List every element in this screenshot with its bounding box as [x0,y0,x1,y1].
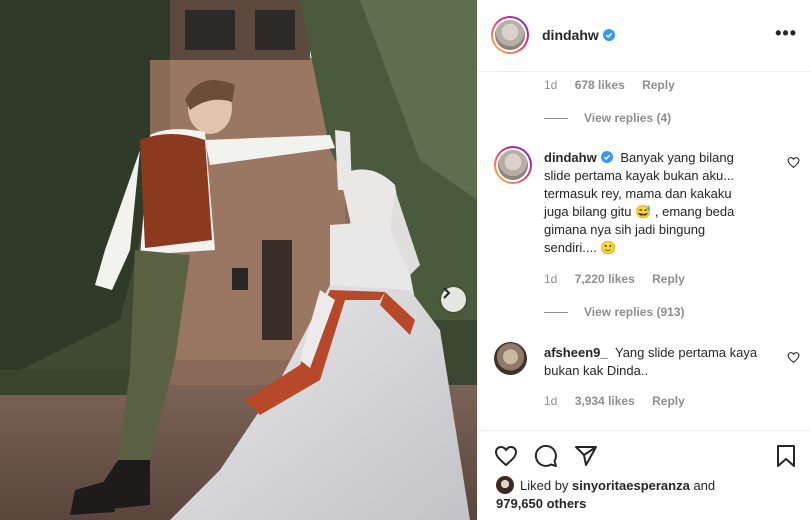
comment-likes-count[interactable]: 7,220 likes [575,272,635,286]
comment-text-block: afsheen9_ Yang slide pertama kaya bukan … [544,344,759,380]
verified-badge-icon [600,151,613,163]
more-options-icon[interactable]: ••• [775,24,797,42]
reply-button[interactable]: Reply [642,78,675,92]
comment-text-block: dindahw Banyak yang bilang slide pertama… [544,149,759,257]
comment-avatar[interactable] [494,146,532,184]
liked-by-username[interactable]: sinyoritaesperanza [572,478,690,493]
comment-username-text[interactable]: dindahw [544,150,597,165]
view-replies-button[interactable]: View replies (4) [544,111,671,125]
post-photo[interactable] [0,0,477,520]
comment-bubble-icon[interactable] [534,444,558,468]
comment-avatar[interactable] [494,342,527,375]
comment-body: Banyak yang bilang slide pertama kayak b… [544,150,735,255]
like-comment-heart-icon[interactable] [787,156,800,169]
view-replies-label[interactable]: View replies (4) [584,111,671,125]
verified-badge-icon [602,29,615,41]
liked-by-prefix: Liked by [520,478,569,493]
next-slide-button[interactable] [441,287,466,312]
post-header: dindahw ••• [478,0,811,72]
replies-divider-line [544,311,568,313]
post-side-panel: dindahw ••• 1d 678 likes Reply View repl… [477,0,811,520]
comment-reply-button[interactable]: Reply [652,272,685,286]
comment-username[interactable]: dindahw [544,150,613,165]
author-avatar[interactable] [491,16,529,54]
share-send-icon[interactable] [574,444,598,468]
reply-timestamp[interactable]: 1d [544,78,557,92]
comment-meta-row: 1d 3,934 likes Reply [544,394,699,408]
post-actions-bar: Liked by sinyoritaesperanza and 979,650 … [478,430,811,520]
author-username-text[interactable]: dindahw [542,27,599,43]
comment-meta-row: 1d 7,220 likes Reply [544,272,699,286]
chevron-right-icon [443,287,451,299]
comment-likes-count[interactable]: 3,934 likes [575,394,635,408]
like-comment-heart-icon[interactable] [787,351,800,364]
liked-by-summary: Liked by sinyoritaesperanza and 979,650 … [496,476,715,513]
view-replies-label[interactable]: View replies (913) [584,305,685,319]
reply-likes-count[interactable]: 678 likes [575,78,625,92]
save-bookmark-icon[interactable] [774,444,798,468]
comment-item: afsheen9_ Yang slide pertama kaya bukan … [494,342,800,402]
view-replies-button[interactable]: View replies (913) [544,305,685,319]
author-username[interactable]: dindahw [542,27,615,43]
photo-illustration [0,0,477,520]
comment-timestamp[interactable]: 1d [544,394,557,408]
comment-reply-button[interactable]: Reply [652,394,685,408]
likes-count-link[interactable]: 979,650 others [496,496,586,511]
comment-timestamp[interactable]: 1d [544,272,557,286]
liked-by-and: and [693,478,716,493]
liked-by-avatar[interactable] [496,476,514,494]
reply-meta-row: 1d 678 likes Reply [544,78,689,92]
like-heart-icon[interactable] [494,444,518,468]
instagram-post-view: dindahw ••• 1d 678 likes Reply View repl… [0,0,811,520]
replies-divider-line [544,117,568,119]
comment-username[interactable]: afsheen9_ [544,345,608,360]
